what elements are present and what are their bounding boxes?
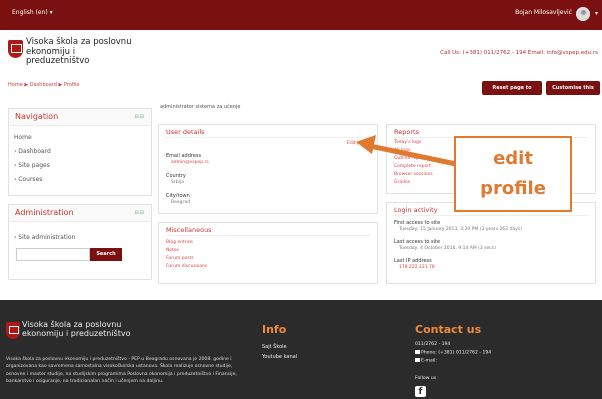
- annotation-line-2: profile: [480, 178, 546, 199]
- last-ip-value[interactable]: 178.222.221.78: [399, 265, 435, 270]
- login-activity-title: Login activity: [394, 206, 438, 214]
- miscellaneous-panel: Miscellaneous Blog entries Notes Forum p…: [158, 222, 378, 284]
- user-details-panel: User details Edit profile Email address …: [158, 124, 378, 214]
- school-logo-icon: [8, 40, 23, 58]
- email-value[interactable]: admin@vspep.rs: [171, 160, 209, 165]
- email-label: Email address: [166, 153, 202, 159]
- first-access-label: First access to site: [394, 220, 441, 226]
- user-details-title: User details: [166, 128, 205, 136]
- footer-contact-email: E-mail:: [415, 358, 437, 364]
- last-access-value: Tuesday, 4 October 2016, 9:14 AM (3 secs…: [399, 246, 496, 251]
- facebook-icon[interactable]: f: [415, 386, 426, 397]
- top-bar: English (en) ▾ Bojan Milosavljević ▾: [0, 0, 602, 30]
- chevron-down-icon[interactable]: ▾: [595, 10, 598, 17]
- notes-link[interactable]: Notes: [166, 248, 179, 253]
- miscellaneous-title: Miscellaneous: [166, 226, 212, 234]
- login-activity-panel: Login activity First access to site Tues…: [386, 202, 596, 284]
- divider: [165, 137, 371, 138]
- administration-title: Administration: [15, 208, 74, 217]
- footer-link-youtube[interactable]: Youtube kanal: [262, 354, 297, 360]
- nav-item-site-administration[interactable]: › Site administration: [14, 234, 75, 241]
- footer-logo-icon: [6, 322, 20, 339]
- block-controls-icon[interactable]: ⊟⊟: [135, 114, 145, 120]
- footer-follow-label: Follow us: [415, 376, 437, 381]
- grades-link[interactable]: Grades: [394, 180, 410, 185]
- annotation-line-1: edit: [493, 148, 533, 169]
- customise-page-button[interactable]: Customise this page: [546, 81, 600, 105]
- footer-email-text: E-mail:: [421, 358, 437, 364]
- footer-site-name: Visoka škola za poslovnu ekonomiju i pre…: [22, 320, 131, 338]
- footer-phone-text: Phone: (+381) 011/2762 - 194: [421, 350, 492, 356]
- avatar[interactable]: [576, 7, 590, 21]
- last-ip-label: Last IP address: [394, 258, 432, 264]
- nav-item-dashboard[interactable]: › Dashboard: [14, 148, 51, 155]
- administration-header: Administration ⊟⊟: [9, 205, 151, 222]
- phone-icon: [415, 350, 420, 354]
- admin-search-button[interactable]: Search: [90, 248, 122, 261]
- forum-posts-link[interactable]: Forum posts: [166, 256, 194, 261]
- footer-contact-title: Contact us: [415, 323, 482, 336]
- profile-user-heading: administrator sistema za učenje: [160, 104, 241, 110]
- navigation-title: Navigation: [15, 112, 59, 121]
- city-value: Beograd: [171, 200, 190, 205]
- country-label: Country: [166, 173, 186, 179]
- annotation-callout: edit profile: [454, 136, 572, 212]
- footer-link-school-site[interactable]: Sajt Škole: [262, 344, 287, 350]
- administration-block: Administration ⊟⊟: [8, 204, 152, 280]
- divider: [165, 235, 371, 236]
- footer-info-title: Info: [262, 323, 287, 336]
- breadcrumb[interactable]: Home ▶ Dashboard ▶ Profile: [8, 82, 80, 88]
- forum-discussions-link[interactable]: Forum discussions: [166, 264, 207, 269]
- last-access-label: Last access to site: [394, 239, 441, 245]
- footer-contact-phone: Phone: (+381) 011/2762 - 194: [415, 350, 491, 356]
- nav-item-home[interactable]: Home: [14, 134, 32, 141]
- header-contact: Call Us: (+381) 011/2762 - 194 Email: in…: [440, 50, 598, 56]
- nav-item-courses[interactable]: › Courses: [14, 176, 42, 183]
- city-label: City/town: [166, 193, 190, 199]
- annotation-arrow: [356, 135, 457, 167]
- first-access-value: Tuesday, 15 January 2013, 3:30 PM (3 yea…: [399, 227, 522, 232]
- block-controls-icon[interactable]: ⊟⊟: [135, 210, 145, 216]
- site-name[interactable]: Visoka škola za poslovnu ekonomiju i pre…: [26, 37, 136, 67]
- admin-search-input[interactable]: [16, 248, 90, 261]
- footer-contact-number: 011/2762 - 194: [415, 342, 451, 347]
- footer-about-text: Visoka škola za poslovnu ekonomiju i pre…: [6, 357, 237, 385]
- navigation-header: Navigation ⊟⊟: [9, 109, 151, 126]
- reset-page-button[interactable]: Reset page to default: [482, 81, 542, 105]
- blog-entries-link[interactable]: Blog entries: [166, 240, 193, 245]
- country-value: Srbija: [171, 180, 184, 185]
- nav-item-site-pages[interactable]: › Site pages: [14, 162, 50, 169]
- divider: [393, 215, 589, 216]
- mail-icon: [415, 358, 420, 362]
- language-selector[interactable]: English (en) ▾: [12, 9, 53, 16]
- user-menu-name[interactable]: Bojan Milosavljević: [515, 9, 572, 16]
